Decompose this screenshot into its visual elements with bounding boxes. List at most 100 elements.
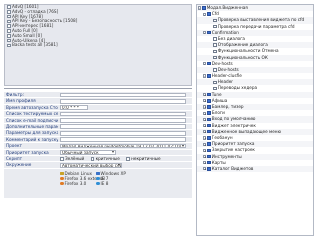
tree-checkbox[interactable] — [207, 74, 211, 78]
tree-checkbox[interactable] — [207, 160, 211, 165]
collapse-icon[interactable]: - — [203, 74, 207, 78]
comment-label: Комментарий к запуску — [6, 136, 58, 142]
tree-checkbox[interactable] — [213, 24, 217, 29]
env-item[interactable]: Firefox 3.0 — [60, 181, 86, 187]
task-checkbox[interactable] — [7, 43, 11, 48]
environment-list-row: Debian Linux Firefox 3.6 external Firefo… — [4, 168, 192, 199]
tree-node-label: Отображение диалога — [217, 42, 268, 48]
tree-node[interactable]: + Каталог Виджетов — [197, 165, 313, 173]
tree-checkbox[interactable] — [207, 111, 211, 115]
tree-checkbox[interactable] — [207, 31, 211, 35]
task-checkbox[interactable] — [7, 19, 11, 24]
tree-node-label: Приоритет запуска — [211, 141, 255, 147]
collapse-icon[interactable]: - — [203, 12, 207, 16]
expand-icon[interactable]: + — [203, 161, 207, 165]
project-select[interactable]: Модал.Видженная (widgetmobile 19.12.02.2… — [60, 143, 186, 149]
expand-icon[interactable]: + — [203, 130, 207, 134]
left-pane: AdvQ [1601] AdvQ - отладка [76S] API Key [… — [4, 4, 192, 236]
environment-select[interactable]: Автоматический выбор сервера — [60, 162, 122, 168]
task-list-item[interactable]: Backa tests all [3581] — [5, 42, 191, 48]
tree-checkbox[interactable] — [207, 136, 211, 140]
tree-node-label: Блоги — [211, 110, 225, 116]
ie-icon — [96, 176, 100, 181]
tree-checkbox[interactable] — [213, 80, 217, 84]
tree-checkbox[interactable] — [207, 142, 211, 146]
tree-checkbox[interactable] — [213, 37, 217, 41]
collapse-icon[interactable]: - — [203, 62, 207, 66]
profile-name-input[interactable] — [60, 98, 186, 104]
env-item[interactable]: IE 8 — [96, 180, 109, 187]
script-option-checkbox[interactable] — [126, 157, 130, 161]
env-label: IE 8 — [100, 180, 109, 186]
tree-node-label: Закрытие настроек — [211, 147, 255, 153]
tree-checkbox[interactable] — [207, 99, 211, 103]
tree-checkbox[interactable] — [207, 123, 211, 128]
collapse-icon[interactable]: - — [203, 31, 207, 35]
task-checkbox[interactable] — [7, 10, 11, 14]
expand-icon[interactable]: + — [203, 167, 207, 171]
tree-checkbox[interactable] — [213, 86, 217, 91]
filter-input[interactable] — [60, 92, 186, 98]
autostart-input[interactable]: 0:0 * * * — [60, 105, 88, 111]
script-option-checkbox[interactable] — [60, 157, 64, 161]
profile-name-label: Имя профиля — [6, 98, 36, 104]
tree-checkbox[interactable] — [213, 43, 217, 47]
expand-icon[interactable]: + — [203, 142, 207, 146]
tree-node-label: Функциональности Отмена — [217, 48, 279, 54]
tree-checkbox[interactable] — [207, 12, 211, 16]
servers-input[interactable] — [60, 111, 186, 117]
extra-params-label: Дополнительные параметры — [6, 123, 58, 129]
expand-icon[interactable]: + — [203, 136, 207, 140]
task-checkbox[interactable] — [7, 14, 11, 19]
tree-checkbox[interactable] — [207, 130, 211, 134]
tree-node-label: Афиша — [211, 97, 228, 103]
tree-checkbox[interactable] — [207, 61, 211, 66]
comment-input[interactable] — [60, 137, 186, 143]
script-label: Скрипт — [6, 155, 23, 161]
project-label: Проект — [6, 143, 22, 149]
filter-label: Фильтр: — [6, 92, 24, 97]
task-checkbox[interactable] — [7, 5, 11, 9]
tree-checkbox[interactable] — [207, 154, 211, 159]
tree-checkbox[interactable] — [207, 92, 211, 97]
tree-checkbox[interactable] — [207, 105, 211, 109]
email-input[interactable] — [60, 118, 186, 123]
expand-icon[interactable]: + — [203, 123, 207, 128]
expand-icon[interactable]: + — [203, 154, 207, 159]
tree-checkbox[interactable] — [213, 68, 217, 72]
run-params-input[interactable] — [60, 130, 186, 136]
collapse-icon[interactable]: - — [198, 6, 202, 10]
tree-node-label: Dev-hosts — [217, 66, 239, 72]
ie-icon — [96, 181, 100, 186]
tree-checkbox[interactable] — [207, 167, 211, 171]
task-checkbox[interactable] — [7, 34, 11, 38]
tree-checkbox[interactable] — [213, 49, 217, 53]
task-list: AdvQ [1601] AdvQ - отладка [76S] API Key [… — [4, 4, 192, 86]
expand-icon[interactable]: + — [203, 117, 207, 121]
extra-params-input[interactable] — [60, 124, 186, 130]
tree-checkbox[interactable] — [213, 18, 217, 23]
tree-node-label: Бамлер, тизер — [211, 104, 244, 109]
task-checkbox[interactable] — [7, 24, 11, 28]
environment-list: Debian Linux Firefox 3.6 external Firefo… — [60, 169, 186, 199]
expand-icon[interactable]: + — [203, 93, 207, 97]
expand-icon[interactable]: + — [203, 99, 207, 103]
tree-node-label: Модал.Видженная — [206, 5, 248, 10]
expand-icon[interactable]: + — [203, 111, 207, 115]
expand-icon[interactable]: + — [203, 148, 207, 152]
tree-node-label: Карты — [211, 159, 226, 165]
tree-checkbox[interactable] — [202, 6, 206, 10]
run-params-label: Параметры для запуска — [6, 130, 58, 136]
tree-checkbox[interactable] — [207, 117, 211, 122]
tree-checkbox[interactable] — [207, 148, 211, 152]
script-option-checkbox[interactable] — [90, 157, 95, 161]
app-window: AdvQ [1601] AdvQ - отладка [76S] API Key [… — [2, 2, 318, 238]
priority-select[interactable]: Обычный запуск — [60, 150, 116, 155]
expand-icon[interactable]: + — [203, 105, 207, 109]
script-option-label: Зелёный — [65, 155, 85, 161]
tree-node-label: Видженное выпадающее меню — [211, 128, 282, 134]
task-checkbox[interactable] — [7, 29, 11, 33]
tree-checkbox[interactable] — [213, 55, 217, 60]
tree-node-label: Виджет электричек — [211, 122, 256, 128]
task-checkbox[interactable] — [7, 38, 11, 43]
